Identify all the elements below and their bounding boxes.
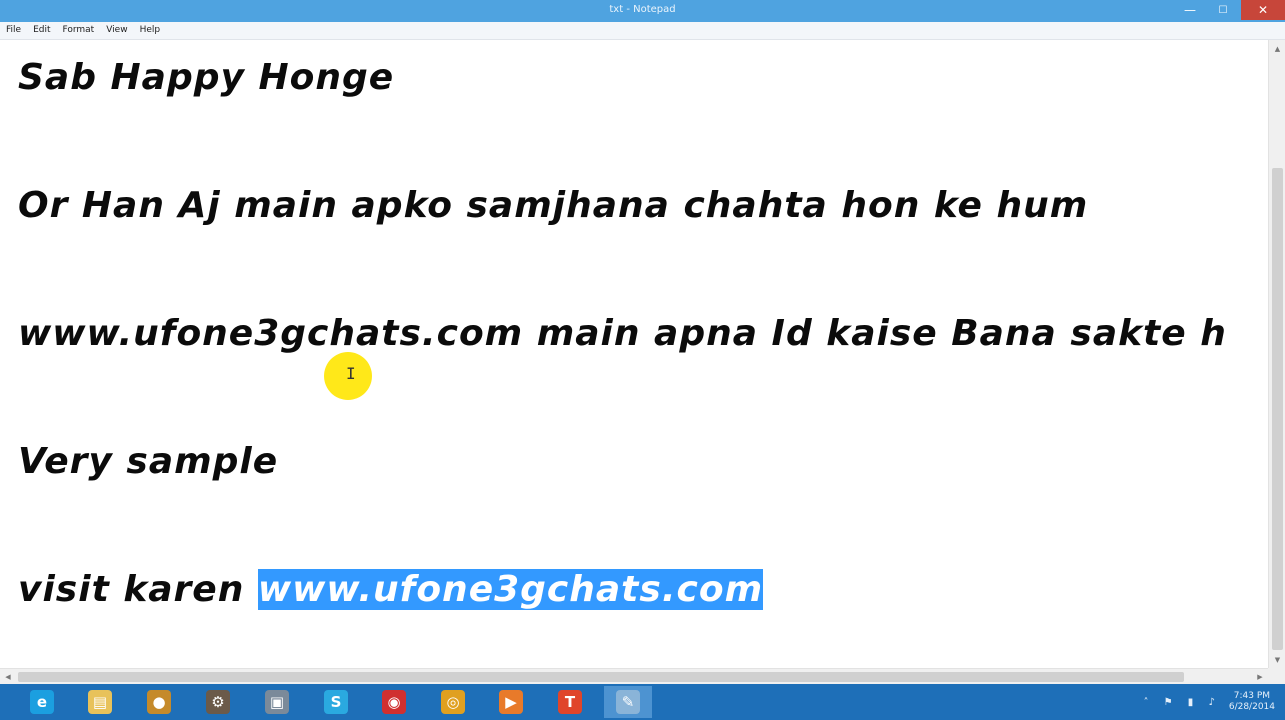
menu-file[interactable]: File bbox=[0, 22, 27, 39]
media-app-icon: ● bbox=[147, 690, 171, 714]
menu-edit[interactable]: Edit bbox=[27, 22, 56, 39]
record-app-icon: ◉ bbox=[382, 690, 406, 714]
taskbar-app[interactable]: T bbox=[546, 686, 594, 718]
skype-icon: S bbox=[324, 690, 348, 714]
text-line: Or Han Aj main apko samjhana chahta hon … bbox=[18, 185, 1089, 226]
scrollbar-corner bbox=[1268, 668, 1285, 684]
taskbar-app[interactable]: ◎ bbox=[429, 686, 477, 718]
file-explorer-icon: ▤ bbox=[88, 690, 112, 714]
maximize-button[interactable]: ☐ bbox=[1208, 0, 1238, 20]
close-button[interactable]: ✕ bbox=[1241, 0, 1285, 20]
clock[interactable]: 7:43 PM 6/28/2014 bbox=[1229, 691, 1275, 713]
tray-icons[interactable]: ˄ ⚑ ▮ ♪ bbox=[1143, 697, 1220, 708]
ibeam-cursor-icon: I bbox=[346, 366, 356, 382]
vertical-scroll-thumb[interactable] bbox=[1272, 168, 1283, 650]
horizontal-scroll-thumb[interactable] bbox=[18, 672, 1184, 682]
selected-text: www.ufone3gchats.com bbox=[257, 569, 764, 610]
text-line: Very sample bbox=[18, 441, 279, 482]
notepad-icon: ✎ bbox=[616, 690, 640, 714]
taskbar-app-notepad[interactable]: ✎ bbox=[604, 686, 652, 718]
text-line-plain: visit karen bbox=[18, 569, 258, 610]
photo-app-icon: ▣ bbox=[265, 690, 289, 714]
t-app-icon: T bbox=[558, 690, 582, 714]
title-bar: txt - Notepad — ☐ ✕ bbox=[0, 0, 1285, 22]
text-line: Sab Happy Honge bbox=[18, 57, 395, 98]
menu-bar: File Edit Format View Help bbox=[0, 22, 1285, 40]
chrome-icon: ◎ bbox=[441, 690, 465, 714]
taskbar-app[interactable]: S bbox=[312, 686, 360, 718]
taskbar-app[interactable]: ▶ bbox=[487, 686, 535, 718]
taskbar-app[interactable]: e bbox=[18, 686, 66, 718]
internet-explorer-icon: e bbox=[30, 690, 54, 714]
taskbar: e ▤ ● ⚙ ▣ S ◉ ◎ ▶ T ✎ ˄ ⚑ ▮ ♪ 7:43 PM 6/… bbox=[0, 684, 1285, 720]
system-tray: ˄ ⚑ ▮ ♪ 7:43 PM 6/28/2014 bbox=[1143, 684, 1275, 720]
taskbar-app[interactable]: ⚙ bbox=[194, 686, 242, 718]
text-line: visit karen www.ufone3gchats.com bbox=[18, 568, 764, 612]
text-line: www.ufone3gchats.com main apna Id kaise … bbox=[18, 313, 1227, 354]
scroll-up-icon[interactable]: ▲ bbox=[1269, 40, 1285, 57]
scroll-left-icon[interactable]: ◀ bbox=[0, 669, 16, 685]
menu-format[interactable]: Format bbox=[57, 22, 101, 39]
media-player-icon: ▶ bbox=[499, 690, 523, 714]
minimize-button[interactable]: — bbox=[1175, 0, 1205, 20]
clock-time: 7:43 PM bbox=[1233, 691, 1271, 701]
taskbar-app[interactable]: ▤ bbox=[76, 686, 124, 718]
text-editor-area[interactable]: Sab Happy Honge Or Han Aj main apko samj… bbox=[0, 40, 1268, 668]
menu-view[interactable]: View bbox=[100, 22, 133, 39]
scroll-down-icon[interactable]: ▼ bbox=[1269, 651, 1285, 668]
horizontal-scrollbar[interactable]: ◀ ▶ bbox=[0, 668, 1268, 685]
taskbar-app[interactable]: ▣ bbox=[253, 686, 301, 718]
menu-help[interactable]: Help bbox=[134, 22, 167, 39]
vertical-scrollbar[interactable]: ▲ ▼ bbox=[1268, 40, 1285, 668]
scroll-right-icon[interactable]: ▶ bbox=[1252, 669, 1268, 685]
taskbar-app[interactable]: ◉ bbox=[370, 686, 418, 718]
window-title: txt - Notepad bbox=[609, 4, 676, 15]
gear-app-icon: ⚙ bbox=[206, 690, 230, 714]
taskbar-app[interactable]: ● bbox=[135, 686, 183, 718]
clock-date: 6/28/2014 bbox=[1228, 702, 1275, 712]
